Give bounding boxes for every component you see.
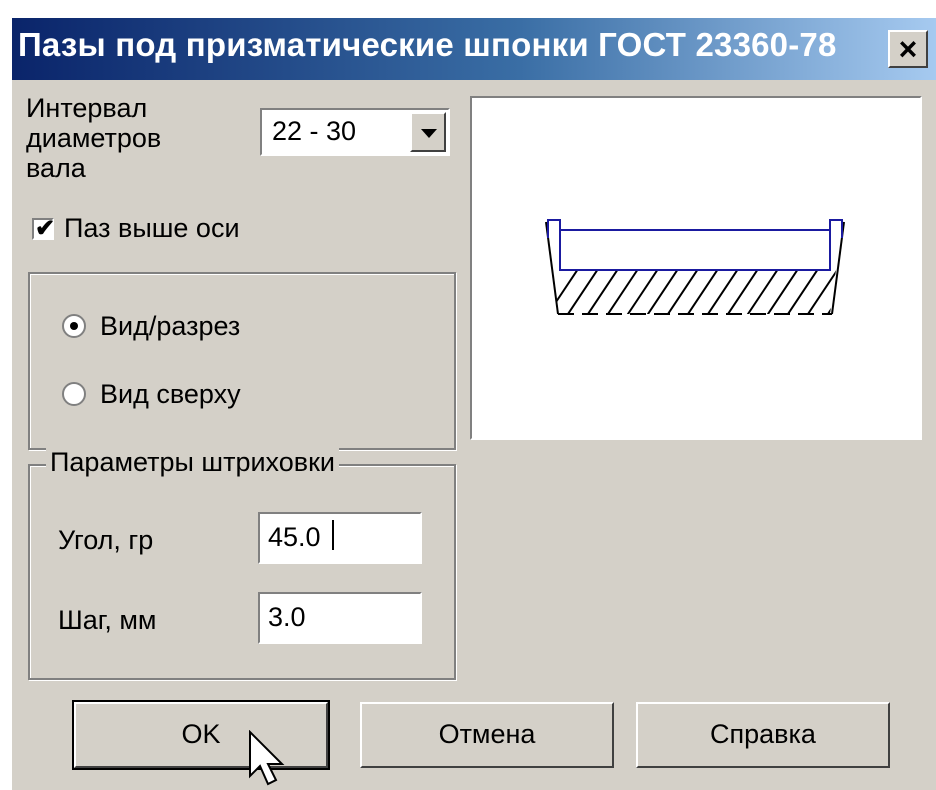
- radio-view-top[interactable]: [62, 382, 86, 406]
- slot-above-axis-checkbox[interactable]: ✔: [32, 215, 55, 242]
- angle-input-value: 45.0: [268, 522, 321, 552]
- radio-view-section[interactable]: [62, 314, 86, 338]
- diameter-select-value: 22 - 30: [272, 116, 357, 146]
- hatch-group-title: Параметры штриховки: [46, 448, 340, 477]
- dialog-window: Пазы под призматические шпонки ГОСТ 2336…: [10, 16, 936, 790]
- step-label: Шаг, мм: [58, 605, 157, 635]
- radio-selected-dot: [70, 322, 78, 330]
- window-title: Пазы под призматические шпонки ГОСТ 2336…: [18, 26, 837, 63]
- step-input[interactable]: 3.0: [258, 592, 422, 644]
- title-bar[interactable]: Пазы под призматические шпонки ГОСТ 2336…: [12, 18, 936, 80]
- radio-view-top-label[interactable]: Вид сверху: [100, 380, 241, 409]
- left-key-edge: [547, 219, 561, 238]
- dropdown-button[interactable]: [410, 112, 446, 152]
- close-icon: ×: [898, 31, 918, 67]
- diameter-select[interactable]: 22 - 30: [260, 108, 450, 156]
- preview-panel: [470, 96, 922, 440]
- diameter-label-line2: диаметров: [26, 123, 162, 153]
- ok-button[interactable]: OK: [72, 700, 330, 770]
- view-groupbox: [28, 272, 456, 450]
- step-input-value: 3.0: [268, 602, 306, 632]
- text-caret: [332, 520, 334, 550]
- help-button[interactable]: Справка: [636, 702, 890, 768]
- right-key-edge: [829, 219, 843, 238]
- radio-view-section-label[interactable]: Вид/разрез: [100, 312, 240, 341]
- angle-input[interactable]: 45.0: [258, 512, 422, 564]
- diameter-label-line3: вала: [26, 153, 86, 183]
- close-button[interactable]: ×: [888, 30, 928, 68]
- angle-label: Угол, гр: [58, 525, 154, 555]
- checkmark-icon: ✔: [35, 215, 56, 242]
- diameter-label-line1: Интервал: [26, 93, 148, 123]
- mouse-cursor-icon: [249, 730, 285, 786]
- slot-above-axis-label: Паз выше оси: [64, 213, 240, 243]
- key-rectangle: [559, 229, 831, 271]
- cancel-button[interactable]: Отмена: [360, 702, 614, 768]
- hatch-groupbox: [28, 464, 456, 680]
- chevron-down-icon: [421, 129, 437, 138]
- slot-preview-drawing: [545, 219, 845, 315]
